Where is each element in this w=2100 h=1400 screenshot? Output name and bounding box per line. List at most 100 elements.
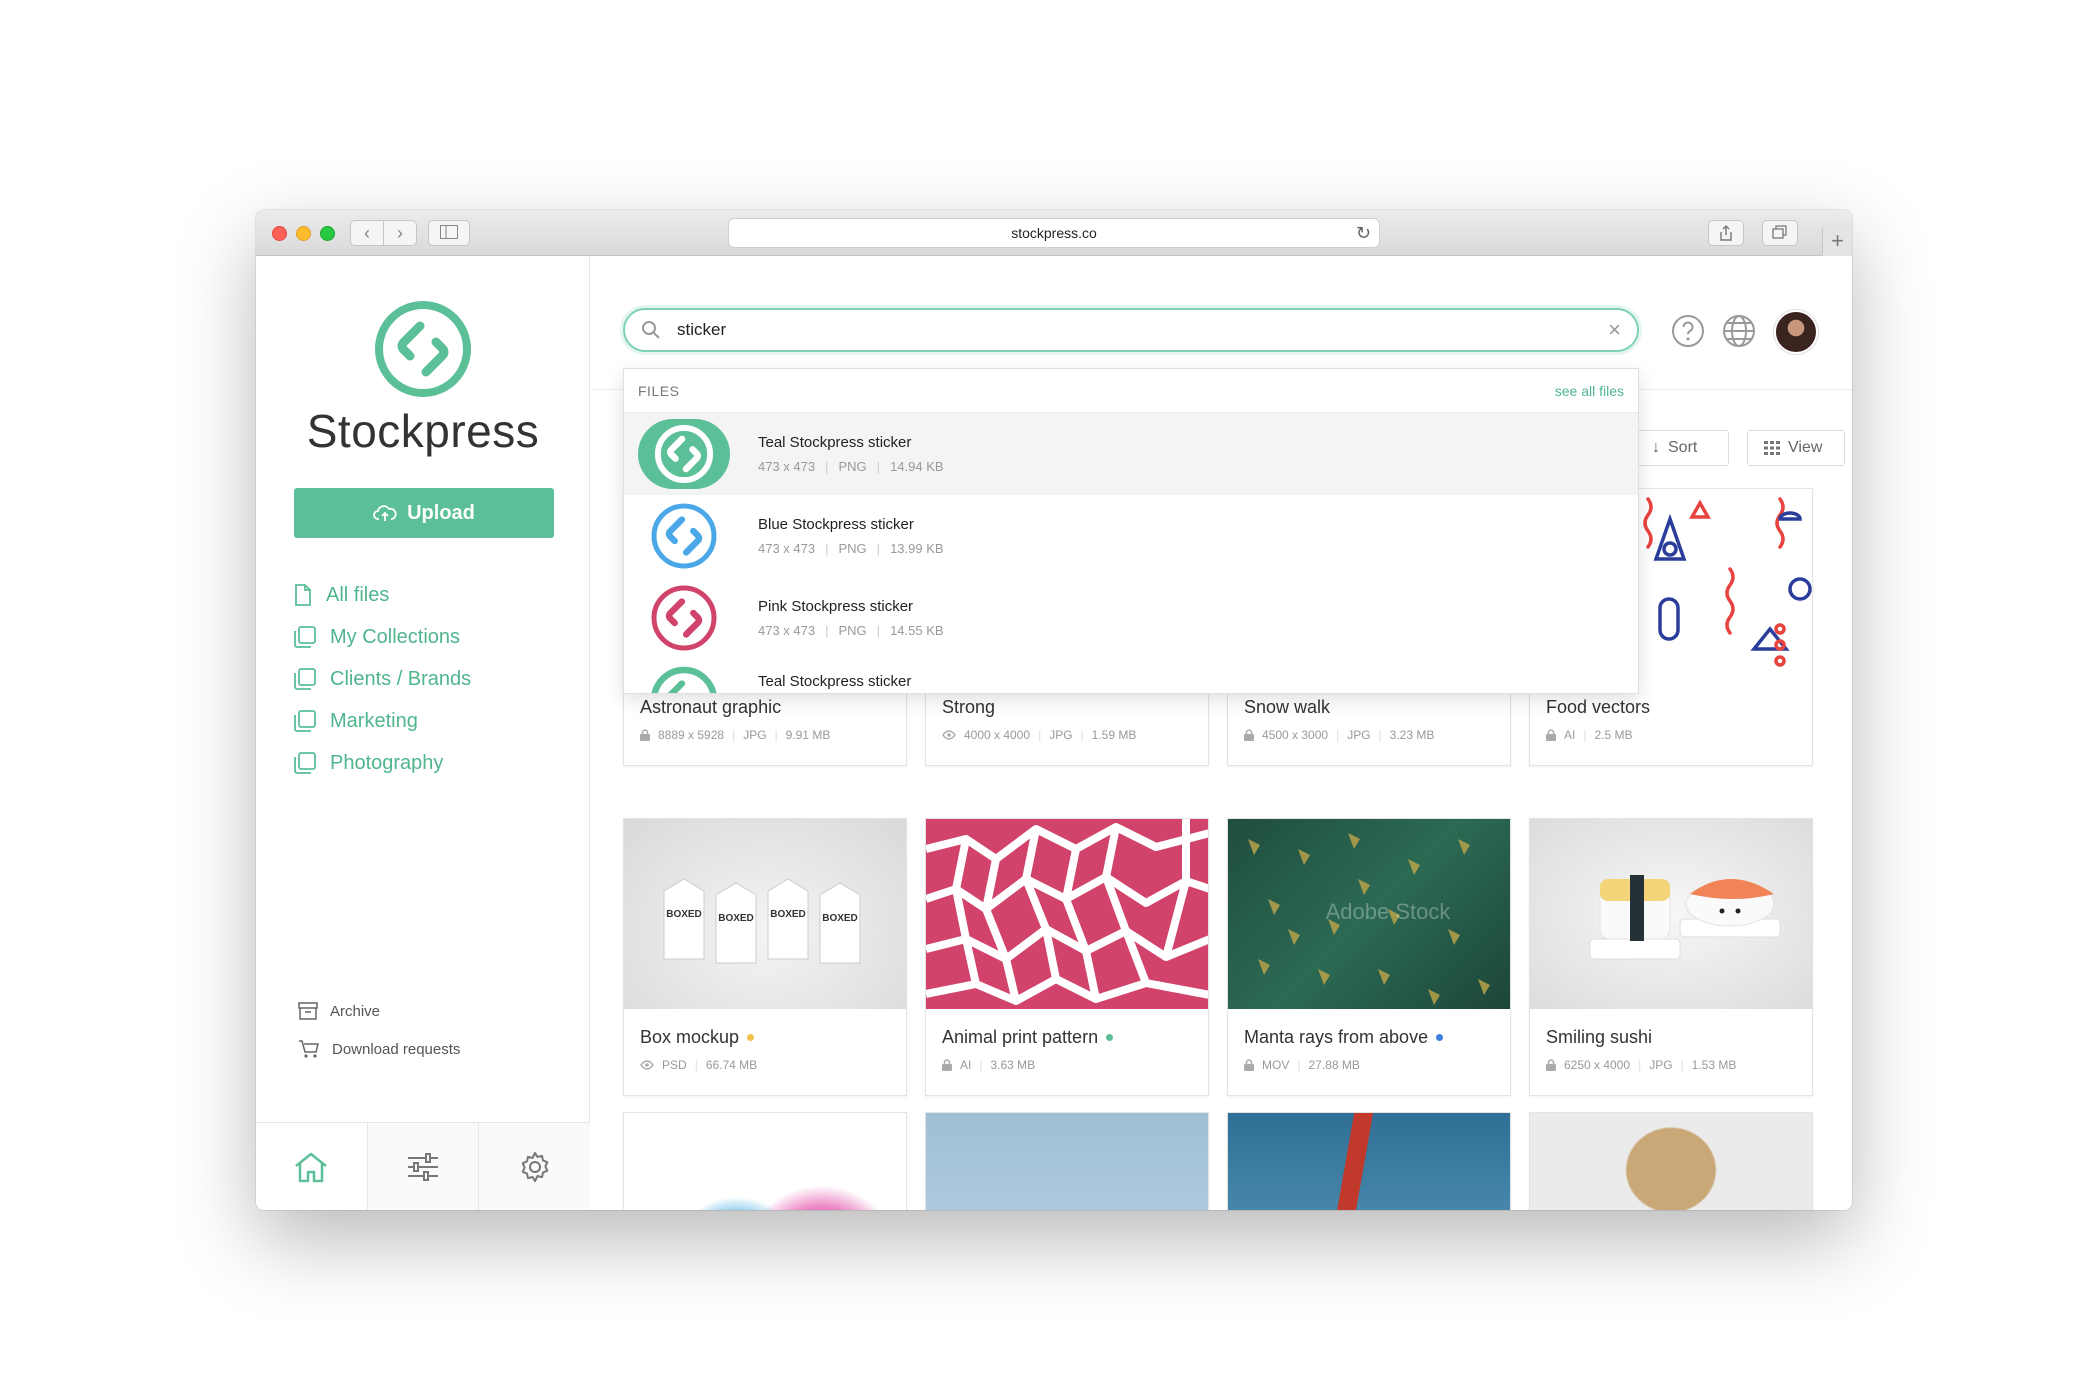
card-filetype: JPG bbox=[1347, 728, 1371, 742]
search-result-item[interactable]: Teal Stockpress sticker 473 x 473 | PNG | 14… bbox=[624, 413, 1638, 495]
sidebar-item-photography[interactable]: Photography bbox=[294, 742, 564, 784]
sidebar-link-download-requests[interactable]: Download requests bbox=[298, 1030, 460, 1068]
sidebar-link-label: Download requests bbox=[332, 1040, 461, 1058]
minimize-window-button[interactable] bbox=[296, 226, 311, 241]
see-all-files-link[interactable]: see all files bbox=[1555, 383, 1624, 399]
sidebar-item-label: All files bbox=[326, 583, 390, 606]
settings-tab[interactable] bbox=[479, 1123, 591, 1210]
card-thumbnail bbox=[926, 1113, 1208, 1210]
back-button[interactable]: ‹ bbox=[350, 220, 384, 246]
sidebar-item-my-collections[interactable]: My Collections bbox=[294, 616, 564, 658]
globe-icon[interactable] bbox=[1722, 314, 1756, 348]
status-dot-blue bbox=[1436, 1034, 1444, 1041]
result-thumbnail bbox=[638, 419, 730, 489]
clear-search-icon[interactable]: × bbox=[1608, 316, 1621, 344]
search-input[interactable] bbox=[677, 318, 1577, 342]
sidebar-item-marketing[interactable]: Marketing bbox=[294, 700, 564, 742]
card-title: Box mockup bbox=[640, 1027, 890, 1048]
arrow-down-icon: ↓ bbox=[1652, 439, 1660, 456]
result-filesize: 14.55 KB bbox=[890, 623, 944, 638]
filters-tab[interactable] bbox=[367, 1123, 480, 1210]
search-box[interactable]: × bbox=[623, 308, 1639, 352]
eye-icon bbox=[942, 730, 956, 740]
file-card-manta-rays[interactable]: Adobe Stock Manta rays from above MOV | 2… bbox=[1227, 818, 1511, 1096]
result-dimensions: 473 x 473 bbox=[758, 541, 816, 556]
tabs-overview-button[interactable] bbox=[1762, 220, 1798, 246]
sidebar-item-label: Clients / Brands bbox=[330, 667, 472, 690]
upload-button[interactable]: Upload bbox=[294, 488, 554, 538]
result-thumbnail bbox=[638, 583, 730, 653]
search-result-item[interactable]: Blue Stockpress sticker 473 x 473 | PNG | 13… bbox=[624, 495, 1638, 577]
file-card-bunny[interactable] bbox=[925, 1112, 1209, 1210]
file-card-old-man-portrait[interactable] bbox=[1529, 1112, 1813, 1210]
sidebar-item-label: Marketing bbox=[330, 709, 418, 732]
carton-label: BOXED bbox=[666, 909, 702, 920]
carton-label: BOXED bbox=[822, 913, 858, 924]
home-tab[interactable] bbox=[256, 1123, 368, 1210]
view-label: View bbox=[1788, 439, 1823, 456]
address-bar[interactable]: stockpress.co ↻ bbox=[728, 218, 1380, 248]
view-button[interactable]: View bbox=[1747, 430, 1845, 466]
sidebar-item-all-files[interactable]: All files bbox=[294, 574, 564, 616]
archive-icon bbox=[298, 1002, 318, 1020]
results-section-label: FILES bbox=[638, 382, 680, 399]
card-filesize: 1.53 MB bbox=[1691, 1058, 1737, 1072]
carton-label: BOXED bbox=[770, 909, 806, 920]
card-title: Snow walk bbox=[1244, 697, 1331, 717]
sidebar-bottom-tabs bbox=[256, 1122, 591, 1210]
card-filesize: 66.74 MB bbox=[705, 1058, 758, 1072]
stockpress-logo-icon bbox=[375, 301, 471, 397]
file-card-box-mockup[interactable]: BOXED BOXED BOXED BOXED Box mockup PSD | … bbox=[623, 818, 907, 1096]
card-filesize: 2.5 MB bbox=[1594, 728, 1633, 742]
card-dimensions: 8889 x 5928 bbox=[658, 728, 725, 742]
card-title: Smiling sushi bbox=[1546, 1027, 1653, 1047]
search-result-item[interactable]: Pink Stockpress sticker 473 x 473 | PNG | 14… bbox=[624, 577, 1638, 659]
reload-icon[interactable]: ↻ bbox=[1356, 222, 1371, 244]
card-title: Strong bbox=[942, 697, 996, 717]
result-filetype: PNG bbox=[838, 541, 867, 556]
sort-button[interactable]: ↓ Sort bbox=[1635, 430, 1729, 466]
search-result-item[interactable]: Teal Stockpress sticker bbox=[624, 659, 1638, 693]
lock-icon bbox=[640, 729, 650, 741]
forward-button[interactable]: › bbox=[383, 220, 417, 246]
result-name: Blue Stockpress sticker bbox=[758, 516, 914, 533]
card-filetype: JPG bbox=[743, 728, 767, 742]
collection-icon bbox=[294, 710, 316, 732]
new-tab-button[interactable]: + bbox=[1822, 228, 1852, 256]
close-window-button[interactable] bbox=[272, 226, 287, 241]
card-dimensions: 4000 x 4000 bbox=[964, 728, 1031, 742]
file-icon bbox=[295, 584, 311, 606]
share-button[interactable] bbox=[1708, 220, 1744, 246]
sidebar-item-clients-brands[interactable]: Clients / Brands bbox=[294, 658, 564, 700]
file-card-animal-print-pattern[interactable]: Animal print pattern AI | 3.63 MB bbox=[925, 818, 1209, 1096]
result-thumbnail bbox=[638, 665, 730, 693]
help-icon[interactable] bbox=[1671, 314, 1705, 348]
card-title: Manta rays from above bbox=[1244, 1027, 1494, 1048]
main-content: × ↓ Sort View Astronaut graphic 8889 x 5… bbox=[591, 256, 1852, 1210]
sidebar-link-archive[interactable]: Archive bbox=[298, 992, 460, 1030]
card-filesize: 3.23 MB bbox=[1389, 728, 1435, 742]
card-filesize: 27.88 MB bbox=[1308, 1058, 1360, 1072]
zoom-window-button[interactable] bbox=[320, 226, 335, 241]
dropdown-header: FILES see all files bbox=[624, 369, 1638, 413]
file-card-bridge[interactable] bbox=[1227, 1112, 1511, 1210]
boxed-drink-cartons-image: BOXED BOXED BOXED BOXED bbox=[663, 878, 861, 964]
stockpress-logo-icon bbox=[651, 503, 717, 569]
result-filesize: 14.94 KB bbox=[890, 459, 944, 474]
search-results-dropdown: FILES see all files Teal Stockpress stic… bbox=[623, 368, 1639, 694]
card-thumbnail bbox=[1530, 1113, 1812, 1210]
home-icon bbox=[295, 1152, 328, 1182]
card-thumbnail: BOXED BOXED BOXED BOXED bbox=[624, 819, 906, 1009]
stockpress-logo-icon bbox=[651, 585, 717, 651]
file-card-color-powder[interactable] bbox=[623, 1112, 907, 1210]
grid-icon bbox=[1764, 441, 1780, 455]
file-card-smiling-sushi[interactable]: Smiling sushi 6250 x 4000 | JPG | 1.53 MB bbox=[1529, 818, 1813, 1096]
sidebar-toggle-button[interactable] bbox=[428, 220, 470, 246]
result-name: Pink Stockpress sticker bbox=[758, 598, 914, 615]
card-filesize: 9.91 MB bbox=[785, 728, 831, 742]
sort-label: Sort bbox=[1668, 439, 1698, 456]
user-avatar[interactable] bbox=[1774, 310, 1818, 354]
status-dot-yellow bbox=[747, 1034, 755, 1041]
status-dot-green bbox=[1106, 1034, 1114, 1041]
gear-icon bbox=[521, 1151, 548, 1182]
